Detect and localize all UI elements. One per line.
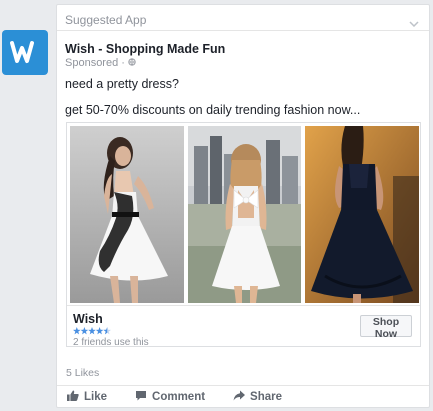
white-dress-lace-photo[interactable] [70,126,184,303]
product-carousel[interactable]: Wish 2 friends use this Shop Now [66,122,422,348]
friends-use-text: 2 friends use this [73,337,149,348]
meta-separator: · [121,57,125,69]
white-bow-back-dress-photo[interactable] [187,126,302,303]
wish-logo-icon [10,40,34,63]
post-meta: Sponsored · [65,57,421,70]
black-dress-photo[interactable] [305,126,420,303]
wish-app-icon[interactable] [2,30,48,75]
rating-stars [73,327,111,335]
share-button[interactable]: Share [233,390,282,404]
star-rating-icon [73,327,111,335]
post-text-1: need a pretty dress? [65,77,179,91]
like-label: Like [84,390,108,403]
suggested-app-card: Suggested App Wish - Shopping Made Fun S… [56,4,430,408]
card-header: Suggested App [57,5,429,31]
comment-icon [135,390,147,404]
post-text-2: get 50-70% discounts on daily trending f… [65,103,361,117]
post-header: Wish - Shopping Made Fun Sponsored · nee… [57,31,429,118]
shop-now-button[interactable]: Shop Now [360,315,412,340]
comment-button[interactable]: Comment [135,390,205,404]
comment-label: Comment [152,390,206,403]
action-bar: Like Comment Share [57,385,429,407]
chevron-down-icon[interactable] [409,14,419,32]
post-title[interactable]: Wish - Shopping Made Fun [65,42,421,57]
sponsored-label[interactable]: Sponsored [65,57,118,70]
carousel-photos [67,123,422,303]
globe-icon [128,57,136,70]
like-button[interactable]: Like [67,390,107,404]
app-info-row: Wish 2 friends use this Shop Now [67,305,420,348]
likes-count[interactable]: 5 Likes [66,367,99,379]
share-label: Share [250,390,283,403]
share-icon [233,390,246,404]
thumbs-up-icon [67,390,79,404]
app-name[interactable]: Wish [73,312,103,326]
card-header-title: Suggested App [65,13,147,27]
